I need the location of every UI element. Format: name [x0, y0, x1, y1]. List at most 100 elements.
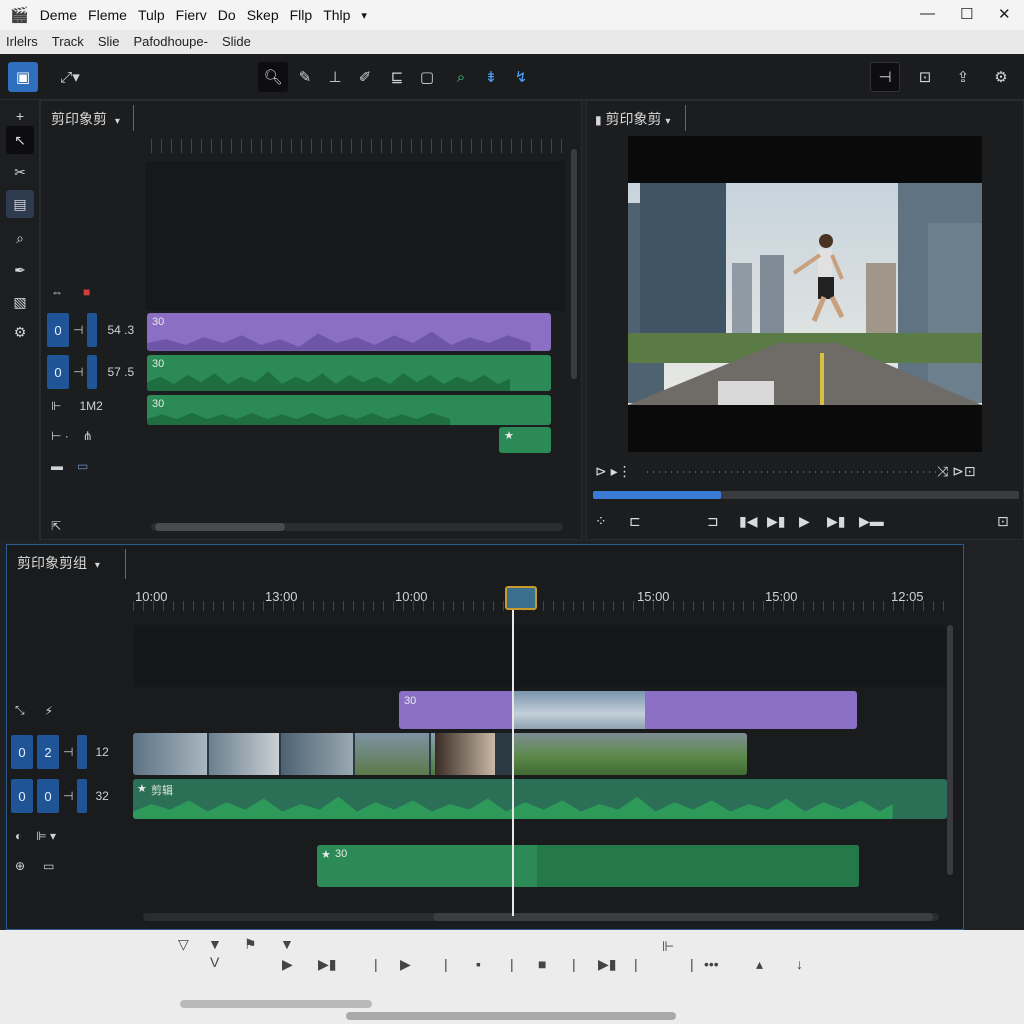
subbar-item-pafodhoupe[interactable]: Pafodhoupe- — [134, 34, 208, 49]
layer-icon[interactable]: ▧ — [6, 288, 34, 316]
menu-item-tulp[interactable]: Tulp — [138, 7, 165, 23]
menu-item-fleme[interactable]: Fleme — [88, 7, 127, 23]
close-button[interactable]: ✕ — [998, 5, 1011, 23]
down-arrow-icon[interactable]: ↓ — [796, 956, 803, 972]
track-lock-icon[interactable]: ⊣ — [63, 789, 73, 803]
menu-item-fllp[interactable]: Fllp — [290, 7, 313, 23]
capture-icon[interactable]: ⊡ — [910, 62, 940, 92]
export-icon[interactable]: ⇪ — [948, 62, 978, 92]
next-frame-icon[interactable]: ▶▮ — [827, 513, 845, 530]
flag-icon[interactable]: ⚑ — [244, 936, 257, 953]
arrow-icon[interactable]: ⊢ · — [51, 429, 69, 443]
crop-icon[interactable]: ⊏ — [629, 513, 641, 530]
move-icon[interactable]: ⇔ — [51, 285, 63, 299]
playhead-line[interactable] — [512, 598, 514, 916]
menu-more-chevron-icon[interactable]: ▾ — [361, 9, 367, 22]
source-clip-small[interactable]: ★ — [499, 427, 551, 453]
collapse-icon[interactable]: ⤡ — [15, 703, 25, 718]
scroll-thumb[interactable] — [155, 523, 285, 531]
fast-forward-icon[interactable]: ▶▮ — [598, 956, 616, 973]
menu-item-skep[interactable]: Skep — [247, 7, 279, 23]
stop-icon[interactable]: ■ — [538, 956, 546, 972]
source-clip-green[interactable]: 30 — [147, 395, 551, 425]
calendar-icon[interactable]: ▤ — [6, 190, 34, 218]
expand-icon[interactable]: ⇱ — [51, 519, 61, 533]
mic-icon[interactable]: ◐ — [15, 829, 22, 843]
target-icon[interactable]: ⊕ — [15, 859, 25, 873]
trim-marker-icon[interactable]: ⊩ — [662, 938, 674, 955]
more-dots-icon[interactable]: ••• — [704, 956, 719, 972]
fullscreen-icon[interactable]: ⊡ — [997, 513, 1009, 530]
timeline-video-clip[interactable] — [133, 733, 747, 775]
timeline-audio-clip[interactable]: ★ 剪辑 — [133, 779, 947, 819]
settings-gear-icon[interactable]: ⚙ — [986, 62, 1016, 92]
track-number[interactable]: 2 — [37, 735, 59, 769]
timeline-audio-clip-2[interactable]: ★ 30 — [317, 845, 859, 887]
track-lock-icon[interactable]: ⊣ — [63, 745, 73, 759]
multicam-icon[interactable]: ⁘ — [595, 513, 607, 530]
subbar-item-track[interactable]: Track — [52, 34, 84, 49]
source-clip-green[interactable]: 30 — [147, 355, 551, 391]
minus-icon[interactable]: ▬ — [51, 459, 63, 473]
timeline-horizontal-scrollbar[interactable] — [143, 913, 939, 921]
trim-icon[interactable]: ⊣ — [870, 62, 900, 92]
magnifier-icon[interactable]: ⌕ — [6, 224, 34, 252]
stop-small-icon[interactable]: ▪ — [476, 956, 481, 972]
track-lock-icon[interactable]: ⊣ — [73, 365, 83, 379]
gear-icon[interactable]: ⚙ — [6, 318, 34, 346]
marker-down-icon[interactable]: ▼ — [208, 936, 222, 952]
track-number[interactable]: 0 — [11, 735, 33, 769]
source-vertical-scrollbar[interactable] — [571, 149, 577, 379]
marker-icon[interactable]: ⇟ — [476, 62, 506, 92]
track-number[interactable]: 0 — [37, 779, 59, 813]
next-icon[interactable]: ▶▮ — [318, 956, 336, 973]
source-clip-purple[interactable]: 30 — [147, 313, 551, 351]
subbar-item-slie[interactable]: Slie — [98, 34, 120, 49]
volume-slider-icon[interactable]: ▭ — [43, 859, 54, 873]
in-point-icon[interactable]: V — [210, 954, 219, 970]
record-icon[interactable]: ■ — [83, 285, 90, 299]
solo-icon[interactable]: ⊫ ▾ — [36, 829, 56, 843]
step-back-icon[interactable]: ▮◀ — [739, 513, 757, 530]
menu-item-thlp[interactable]: Thlp — [323, 7, 350, 23]
mark-in-icon[interactable]: ⊐ — [707, 513, 719, 530]
source-horizontal-scrollbar[interactable] — [151, 523, 563, 531]
brush-icon[interactable]: ✐ — [350, 62, 380, 92]
marker-down-icon[interactable]: ▼ — [280, 936, 294, 952]
track-toggle[interactable] — [77, 779, 88, 813]
scroll-thumb[interactable] — [433, 913, 933, 921]
search-icon[interactable]: 🔍︎ — [258, 62, 288, 92]
transport-scroll-main[interactable] — [346, 1012, 676, 1020]
track-number[interactable]: 0 — [47, 313, 69, 347]
trim-points-icon[interactable]: ⤨ ⊳⊡ — [937, 463, 976, 480]
menu-item-deme[interactable]: Deme — [40, 7, 77, 23]
timeline-clip-purple[interactable]: 30 — [399, 691, 857, 729]
razor-tool-icon[interactable]: ✂ — [6, 158, 34, 186]
frame-step-icon[interactable]: ⊳ ▸⋮ — [595, 463, 632, 480]
source-panel-tab[interactable]: 剪印象剪 ▾ — [51, 109, 120, 129]
play-loop-icon[interactable]: ▶▬ — [859, 513, 884, 530]
minimize-button[interactable]: — — [920, 5, 935, 22]
paint-icon[interactable]: ✒ — [6, 256, 34, 284]
track-toggle[interactable] — [87, 313, 98, 347]
track-number[interactable]: 0 — [47, 355, 69, 389]
step-forward-icon[interactable]: ▶▮ — [767, 513, 785, 530]
viewer-progress-bar[interactable] — [593, 491, 1019, 499]
funnel-icon[interactable]: ▽ — [178, 936, 189, 953]
slider-icon[interactable]: ▭ — [77, 459, 88, 473]
link-icon[interactable]: ⋔ — [83, 429, 93, 443]
playhead-marker[interactable] — [505, 586, 537, 610]
menu-item-do[interactable]: Do — [218, 7, 236, 23]
text-tool-icon[interactable]: ⊑ — [382, 62, 412, 92]
up-icon[interactable]: ▴ — [756, 956, 763, 973]
play-icon[interactable]: ▶ — [400, 956, 411, 973]
split-icon[interactable]: ⊩ — [51, 399, 61, 413]
level-icon[interactable]: ⊥ — [320, 62, 350, 92]
timeline-vertical-scrollbar[interactable] — [947, 625, 953, 875]
track-toggle[interactable] — [87, 355, 98, 389]
viewer-panel-tab[interactable]: ▮ 剪印象剪 ▾ — [595, 109, 670, 129]
snap-tool-icon[interactable]: ⤢▾ — [50, 62, 90, 92]
subbar-item-slide[interactable]: Slide — [222, 34, 251, 49]
lightning-icon[interactable]: ⚡ — [45, 704, 53, 718]
menu-item-fierv[interactable]: Fierv — [176, 7, 207, 23]
